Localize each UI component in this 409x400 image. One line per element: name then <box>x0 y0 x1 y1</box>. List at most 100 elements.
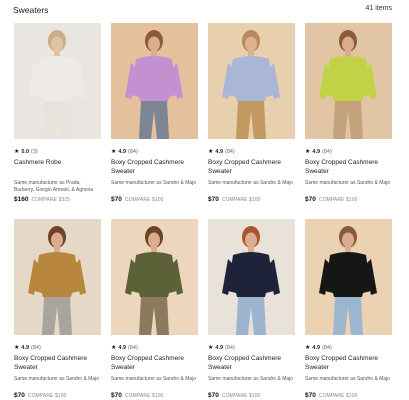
product-photo[interactable] <box>305 219 392 335</box>
review-count: (84) <box>225 344 235 351</box>
compare-price: COMPARE $100 <box>318 393 358 399</box>
product-card[interactable]: ★ 4.9 (84) Boxy Cropped Cashmere Sweater… <box>208 219 295 399</box>
manufacturer-note: Same manufacturer as Prada, Burberry, Gi… <box>14 180 94 193</box>
product-price: $70 <box>111 392 122 399</box>
price-line: $70 COMPARE $100 <box>305 196 392 203</box>
model-image <box>14 219 101 335</box>
rating-score: 4.9 <box>118 344 127 351</box>
manufacturer-note: Same manufacturer as Sandro & Majo <box>111 376 197 382</box>
rating-score: 4.9 <box>215 148 224 155</box>
star-icon: ★ <box>305 148 311 155</box>
manufacturer-note: Same manufacturer as Sandro & Majo <box>208 376 294 382</box>
rating-score: 4.9 <box>312 344 321 351</box>
product-rating: ★ 4.9 (84) <box>111 147 198 156</box>
page-header: Sweaters 41 items <box>0 0 409 20</box>
model-image <box>208 219 295 335</box>
product-photo[interactable] <box>14 23 101 139</box>
compare-price: COMPARE $100 <box>124 197 164 203</box>
rating-score: 5.0 <box>21 148 30 155</box>
product-name[interactable]: Boxy Cropped Cashmere Sweater <box>305 355 392 372</box>
star-icon: ★ <box>208 344 214 351</box>
product-card[interactable]: ★ 4.9 (84) Boxy Cropped Cashmere Sweater… <box>305 23 392 203</box>
review-count: (84) <box>322 148 332 155</box>
manufacturer-note: Same manufacturer as Sandro & Majo <box>14 376 100 382</box>
rating-score: 4.9 <box>21 344 30 351</box>
price-line: $160 COMPARE $325 <box>14 196 101 203</box>
product-photo[interactable] <box>208 219 295 335</box>
price-line: $70 COMPARE $100 <box>111 392 198 399</box>
model-image <box>305 219 392 335</box>
product-name[interactable]: Boxy Cropped Cashmere Sweater <box>208 159 295 176</box>
review-count: (84) <box>128 344 138 351</box>
product-card[interactable]: ★ 5.0 (3) Cashmere Robe Same manufacture… <box>14 23 101 203</box>
product-price: $70 <box>208 392 219 399</box>
review-count: (84) <box>225 148 235 155</box>
product-photo[interactable] <box>208 23 295 139</box>
price-line: $70 COMPARE $100 <box>111 196 198 203</box>
product-name[interactable]: Cashmere Robe <box>14 159 101 176</box>
star-icon: ★ <box>111 148 117 155</box>
product-name[interactable]: Boxy Cropped Cashmere Sweater <box>111 159 198 176</box>
compare-price: COMPARE $100 <box>318 197 358 203</box>
item-count: 41 items <box>365 5 392 12</box>
star-icon: ★ <box>14 344 20 351</box>
product-price: $70 <box>111 196 122 203</box>
product-rating: ★ 4.9 (84) <box>208 147 295 156</box>
product-card[interactable]: ★ 4.9 (84) Boxy Cropped Cashmere Sweater… <box>111 219 198 399</box>
model-image <box>305 23 392 139</box>
manufacturer-note: Same manufacturer as Sandro & Majo <box>305 180 391 186</box>
review-count: (84) <box>31 344 41 351</box>
star-icon: ★ <box>208 148 214 155</box>
manufacturer-note: Same manufacturer as Sandro & Majo <box>305 376 391 382</box>
product-photo[interactable] <box>111 219 198 335</box>
star-icon: ★ <box>111 344 117 351</box>
product-card[interactable]: ★ 4.9 (84) Boxy Cropped Cashmere Sweater… <box>305 219 392 399</box>
model-image <box>14 23 101 139</box>
review-count: (3) <box>31 148 38 155</box>
review-count: (84) <box>128 148 138 155</box>
review-count: (84) <box>322 344 332 351</box>
rating-score: 4.9 <box>215 344 224 351</box>
price-line: $70 COMPARE $100 <box>208 392 295 399</box>
compare-price: COMPARE $100 <box>221 393 261 399</box>
product-name[interactable]: Boxy Cropped Cashmere Sweater <box>14 355 101 372</box>
product-name[interactable]: Boxy Cropped Cashmere Sweater <box>305 159 392 176</box>
product-price: $70 <box>208 196 219 203</box>
product-photo[interactable] <box>305 23 392 139</box>
manufacturer-note: Same manufacturer as Sandro & Majo <box>208 180 294 186</box>
product-rating: ★ 5.0 (3) <box>14 147 101 156</box>
model-image <box>111 23 198 139</box>
rating-score: 4.9 <box>118 148 127 155</box>
product-photo[interactable] <box>14 219 101 335</box>
model-image <box>208 23 295 139</box>
price-line: $70 COMPARE $100 <box>305 392 392 399</box>
price-line: $70 COMPARE $100 <box>208 196 295 203</box>
product-name[interactable]: Boxy Cropped Cashmere Sweater <box>111 355 198 372</box>
product-rating: ★ 4.9 (84) <box>305 343 392 352</box>
compare-price: COMPARE $325 <box>31 197 71 203</box>
manufacturer-note: Same manufacturer as Sandro & Majo <box>111 180 197 186</box>
model-image <box>111 219 198 335</box>
product-card[interactable]: ★ 4.9 (84) Boxy Cropped Cashmere Sweater… <box>208 23 295 203</box>
product-name[interactable]: Boxy Cropped Cashmere Sweater <box>208 355 295 372</box>
product-card[interactable]: ★ 4.9 (84) Boxy Cropped Cashmere Sweater… <box>14 219 101 399</box>
compare-price: COMPARE $100 <box>124 393 164 399</box>
product-rating: ★ 4.9 (84) <box>208 343 295 352</box>
price-line: $70 COMPARE $100 <box>14 392 101 399</box>
product-rating: ★ 4.9 (84) <box>305 147 392 156</box>
product-card[interactable]: ★ 4.9 (84) Boxy Cropped Cashmere Sweater… <box>111 23 198 203</box>
product-grid: ★ 5.0 (3) Cashmere Robe Same manufacture… <box>14 23 394 399</box>
product-price: $70 <box>305 392 316 399</box>
product-price: $160 <box>14 196 29 203</box>
page-title: Sweaters <box>13 5 49 15</box>
product-rating: ★ 4.9 (84) <box>111 343 198 352</box>
star-icon: ★ <box>14 148 20 155</box>
product-rating: ★ 4.9 (84) <box>14 343 101 352</box>
rating-score: 4.9 <box>312 148 321 155</box>
product-photo[interactable] <box>111 23 198 139</box>
compare-price: COMPARE $100 <box>221 197 261 203</box>
star-icon: ★ <box>305 344 311 351</box>
compare-price: COMPARE $100 <box>27 393 67 399</box>
product-price: $70 <box>14 392 25 399</box>
product-price: $70 <box>305 196 316 203</box>
